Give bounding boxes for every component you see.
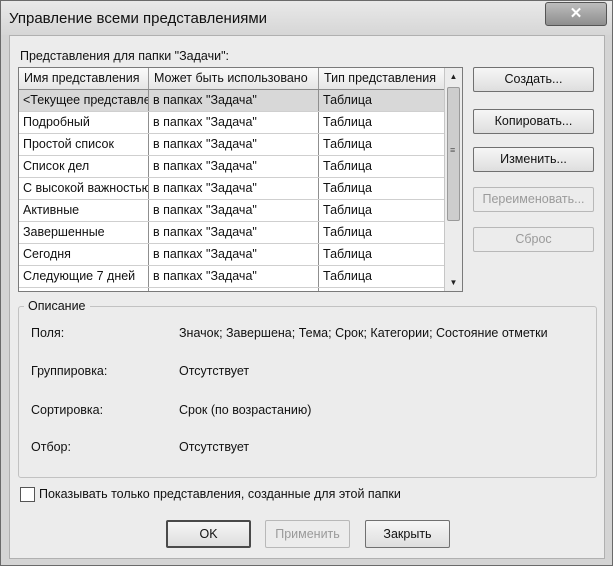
fields-value: Значок; Завершена; Тема; Срок; Категории… xyxy=(179,326,548,340)
view-usage-cell: в папках "Задача" xyxy=(149,90,319,111)
column-header-usage[interactable]: Может быть использовано xyxy=(149,68,319,89)
column-header-type[interactable]: Тип представления xyxy=(319,68,445,89)
table-row[interactable]: Простой список в папках "Задача" Таблица xyxy=(19,134,445,156)
close-button[interactable]: Закрыть xyxy=(365,520,450,548)
table-row[interactable]: Следующие 7 дней в папках "Задача" Таблица xyxy=(19,266,445,288)
apply-button[interactable]: Применить xyxy=(265,520,350,548)
view-usage-cell: в папках "Задача" xyxy=(149,244,319,265)
scroll-down-icon[interactable]: ▼ xyxy=(445,274,462,291)
scroll-thumb[interactable]: ≡ xyxy=(447,87,460,221)
view-type-cell: Таблица xyxy=(319,266,445,287)
view-name-cell: Список дел xyxy=(19,156,149,177)
table-row[interactable]: Активные в папках "Задача" Таблица xyxy=(19,200,445,222)
view-usage-cell: в папках "Задача" xyxy=(149,178,319,199)
view-type-cell: Таблица xyxy=(319,90,445,111)
views-list-scrollbar[interactable]: ▲ ≡ ▼ xyxy=(444,68,462,291)
reset-button[interactable]: Сброс xyxy=(473,227,594,252)
view-name-cell: С высокой важностью xyxy=(19,178,149,199)
grouping-value: Отсутствует xyxy=(179,364,250,378)
view-usage-cell: в папках "Задача" xyxy=(149,266,319,287)
views-list-header: Имя представления Может быть использован… xyxy=(19,68,445,90)
grouping-label: Группировка: xyxy=(31,364,108,378)
column-header-name[interactable]: Имя представления xyxy=(19,68,149,89)
table-row[interactable]: Список дел в папках "Задача" Таблица xyxy=(19,156,445,178)
table-row[interactable]: Завершенные в папках "Задача" Таблица xyxy=(19,222,445,244)
view-type-cell: Таблица xyxy=(319,288,445,291)
description-group: Описание Поля: Значок; Завершена; Тема; … xyxy=(18,299,597,478)
view-name-cell: Подробный xyxy=(19,112,149,133)
view-name-cell: Активные xyxy=(19,200,149,221)
filter-label: Отбор: xyxy=(31,440,71,454)
sorting-label: Сортировка: xyxy=(31,403,104,417)
scroll-up-icon[interactable]: ▲ xyxy=(445,68,462,85)
view-name-cell: Простой список xyxy=(19,134,149,155)
view-usage-cell: в папках "Задача" xyxy=(149,112,319,133)
sorting-value: Срок (по возрастанию) xyxy=(179,403,312,417)
view-type-cell: Таблица xyxy=(319,244,445,265)
view-type-cell: Таблица xyxy=(319,134,445,155)
view-name-cell: Следующие 7 дней xyxy=(19,266,149,287)
table-row[interactable]: Сегодня в папках "Задача" Таблица xyxy=(19,244,445,266)
view-type-cell: Таблица xyxy=(319,178,445,199)
modify-button[interactable]: Изменить... xyxy=(473,147,594,172)
view-name-cell: <Текущее представление> xyxy=(19,90,149,111)
scroll-grip-icon: ≡ xyxy=(450,145,456,155)
dialog-body: Представления для папки "Задачи": Имя пр… xyxy=(9,35,605,559)
dialog-title: Управление всеми представлениями xyxy=(9,10,268,27)
fields-label: Поля: xyxy=(31,326,65,340)
table-row[interactable]: <Текущее представление>в папках "Задача"… xyxy=(19,90,445,112)
description-legend: Описание xyxy=(24,299,90,313)
view-usage-cell: в папках "Задача" xyxy=(149,222,319,243)
view-name-cell: Сегодня xyxy=(19,244,149,265)
views-list-rows: <Текущее представление>в папках "Задача"… xyxy=(19,90,445,291)
views-list[interactable]: Имя представления Может быть использован… xyxy=(18,67,463,292)
close-icon[interactable]: ✕ xyxy=(545,2,607,26)
view-usage-cell: в папках "Задача" xyxy=(149,156,319,177)
create-button[interactable]: Создать... xyxy=(473,67,594,92)
table-row[interactable]: С высокой важностью в папках "Задача" Табл… xyxy=(19,178,445,200)
table-row[interactable]: Подробный в папках "Задача" Таблица xyxy=(19,112,445,134)
rename-button[interactable]: Переименовать... xyxy=(473,187,594,212)
copy-button[interactable]: Копировать... xyxy=(473,109,594,134)
ok-button[interactable]: OK xyxy=(166,520,251,548)
title-bar: Управление всеми представлениями ✕ xyxy=(1,1,612,35)
view-type-cell: Таблица xyxy=(319,112,445,133)
view-type-cell: Таблица xyxy=(319,200,445,221)
filter-value: Отсутствует xyxy=(179,440,250,454)
view-usage-cell: в папках "Задача" xyxy=(149,288,319,291)
manage-views-dialog: Управление всеми представлениями ✕ Предс… xyxy=(0,0,613,566)
table-row[interactable]: Просроченныев папках "Задача"Таблица xyxy=(19,288,445,291)
view-type-cell: Таблица xyxy=(319,156,445,177)
view-type-cell: Таблица xyxy=(319,222,445,243)
view-name-cell: Просроченные xyxy=(19,288,149,291)
view-name-cell: Завершенные xyxy=(19,222,149,243)
view-usage-cell: в папках "Задача" xyxy=(149,134,319,155)
folder-only-checkbox[interactable] xyxy=(20,487,35,502)
view-usage-cell: в папках "Задача" xyxy=(149,200,319,221)
folder-only-label[interactable]: Показывать только представления, созданн… xyxy=(39,487,401,501)
views-list-caption: Представления для папки "Задачи": xyxy=(20,49,229,63)
